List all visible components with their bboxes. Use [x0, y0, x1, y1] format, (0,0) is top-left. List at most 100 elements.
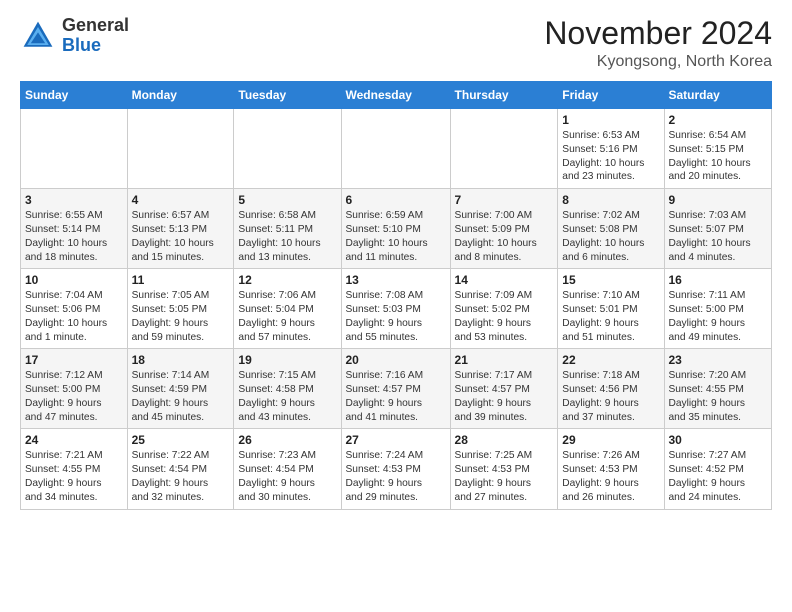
day-number: 9	[669, 193, 768, 207]
calendar-cell: 26 Sunrise: 7:23 AMSunset: 4:54 PMDayligh…	[234, 429, 341, 509]
logo-icon	[20, 18, 56, 54]
calendar-cell	[450, 109, 558, 189]
calendar-cell: 7 Sunrise: 7:00 AMSunset: 5:09 PMDaylight…	[450, 189, 558, 269]
day-number: 16	[669, 273, 768, 287]
day-number: 20	[346, 353, 446, 367]
calendar-cell: 13 Sunrise: 7:08 AMSunset: 5:03 PMDayligh…	[341, 269, 450, 349]
day-info: Sunrise: 7:20 AMSunset: 4:55 PMDaylight:…	[669, 369, 768, 424]
day-number: 15	[562, 273, 659, 287]
calendar-cell: 21 Sunrise: 7:17 AMSunset: 4:57 PMDayligh…	[450, 349, 558, 429]
calendar-cell: 6 Sunrise: 6:59 AMSunset: 5:10 PMDaylight…	[341, 189, 450, 269]
day-info: Sunrise: 7:18 AMSunset: 4:56 PMDaylight:…	[562, 369, 659, 424]
calendar-cell	[127, 109, 234, 189]
day-info: Sunrise: 7:21 AMSunset: 4:55 PMDaylight:…	[25, 449, 123, 504]
day-info: Sunrise: 6:59 AMSunset: 5:10 PMDaylight:…	[346, 209, 446, 264]
day-info: Sunrise: 7:14 AMSunset: 4:59 PMDaylight:…	[132, 369, 230, 424]
day-info: Sunrise: 7:23 AMSunset: 4:54 PMDaylight:…	[238, 449, 336, 504]
day-info: Sunrise: 7:26 AMSunset: 4:53 PMDaylight:…	[562, 449, 659, 504]
weekday-header: Wednesday	[341, 82, 450, 109]
day-info: Sunrise: 6:57 AMSunset: 5:13 PMDaylight:…	[132, 209, 230, 264]
day-number: 17	[25, 353, 123, 367]
day-info: Sunrise: 7:00 AMSunset: 5:09 PMDaylight:…	[455, 209, 554, 264]
day-number: 14	[455, 273, 554, 287]
calendar-cell: 20 Sunrise: 7:16 AMSunset: 4:57 PMDayligh…	[341, 349, 450, 429]
logo-text: General Blue	[62, 16, 129, 56]
calendar-week-row: 10 Sunrise: 7:04 AMSunset: 5:06 PMDayligh…	[21, 269, 772, 349]
calendar-cell: 16Sunrise: 7:11 AMSunset: 5:00 PMDayligh…	[664, 269, 772, 349]
day-number: 6	[346, 193, 446, 207]
day-number: 28	[455, 433, 554, 447]
calendar-week-row: 17 Sunrise: 7:12 AMSunset: 5:00 PMDayligh…	[21, 349, 772, 429]
day-info: Sunrise: 6:58 AMSunset: 5:11 PMDaylight:…	[238, 209, 336, 264]
calendar-cell: 14Sunrise: 7:09 AMSunset: 5:02 PMDayligh…	[450, 269, 558, 349]
weekday-header: Monday	[127, 82, 234, 109]
day-info: Sunrise: 6:54 AMSunset: 5:15 PMDaylight:…	[669, 129, 768, 184]
day-number: 3	[25, 193, 123, 207]
day-number: 13	[346, 273, 446, 287]
calendar-cell	[21, 109, 128, 189]
day-info: Sunrise: 7:16 AMSunset: 4:57 PMDaylight:…	[346, 369, 446, 424]
day-number: 23	[669, 353, 768, 367]
calendar-cell: 1 Sunrise: 6:53 AMSunset: 5:16 PMDaylight…	[558, 109, 664, 189]
day-info: Sunrise: 6:55 AMSunset: 5:14 PMDaylight:…	[25, 209, 123, 264]
day-info: Sunrise: 7:02 AMSunset: 5:08 PMDaylight:…	[562, 209, 659, 264]
day-info: Sunrise: 7:08 AMSunset: 5:03 PMDaylight:…	[346, 289, 446, 344]
day-number: 22	[562, 353, 659, 367]
day-number: 19	[238, 353, 336, 367]
day-number: 1	[562, 113, 659, 127]
calendar-cell: 10 Sunrise: 7:04 AMSunset: 5:06 PMDayligh…	[21, 269, 128, 349]
weekday-header: Sunday	[21, 82, 128, 109]
calendar-cell: 29Sunrise: 7:26 AMSunset: 4:53 PMDayligh…	[558, 429, 664, 509]
day-number: 10	[25, 273, 123, 287]
title-block: November 2024 Kyongsong, North Korea	[544, 16, 772, 71]
day-number: 5	[238, 193, 336, 207]
calendar-cell: 4Sunrise: 6:57 AMSunset: 5:13 PMDaylight…	[127, 189, 234, 269]
day-info: Sunrise: 7:03 AMSunset: 5:07 PMDaylight:…	[669, 209, 768, 264]
day-number: 11	[132, 273, 230, 287]
calendar-cell: 28Sunrise: 7:25 AMSunset: 4:53 PMDayligh…	[450, 429, 558, 509]
calendar-cell	[341, 109, 450, 189]
calendar-cell: 12 Sunrise: 7:06 AMSunset: 5:04 PMDayligh…	[234, 269, 341, 349]
day-info: Sunrise: 7:10 AMSunset: 5:01 PMDaylight:…	[562, 289, 659, 344]
calendar-cell: 9 Sunrise: 7:03 AMSunset: 5:07 PMDaylight…	[664, 189, 772, 269]
weekday-header: Friday	[558, 82, 664, 109]
calendar-week-row: 3 Sunrise: 6:55 AMSunset: 5:14 PMDaylight…	[21, 189, 772, 269]
calendar-week-row: 24 Sunrise: 7:21 AMSunset: 4:55 PMDayligh…	[21, 429, 772, 509]
location: Kyongsong, North Korea	[544, 53, 772, 71]
day-number: 8	[562, 193, 659, 207]
day-number: 2	[669, 113, 768, 127]
calendar: SundayMondayTuesdayWednesdayThursdayFrid…	[20, 81, 772, 509]
calendar-cell: 8 Sunrise: 7:02 AMSunset: 5:08 PMDaylight…	[558, 189, 664, 269]
calendar-cell: 11Sunrise: 7:05 AMSunset: 5:05 PMDayligh…	[127, 269, 234, 349]
day-number: 12	[238, 273, 336, 287]
day-number: 21	[455, 353, 554, 367]
day-info: Sunrise: 7:12 AMSunset: 5:00 PMDaylight:…	[25, 369, 123, 424]
day-info: Sunrise: 7:22 AMSunset: 4:54 PMDaylight:…	[132, 449, 230, 504]
calendar-cell: 5 Sunrise: 6:58 AMSunset: 5:11 PMDaylight…	[234, 189, 341, 269]
day-info: Sunrise: 7:06 AMSunset: 5:04 PMDaylight:…	[238, 289, 336, 344]
day-info: Sunrise: 6:53 AMSunset: 5:16 PMDaylight:…	[562, 129, 659, 184]
day-number: 24	[25, 433, 123, 447]
day-info: Sunrise: 7:17 AMSunset: 4:57 PMDaylight:…	[455, 369, 554, 424]
calendar-cell: 15 Sunrise: 7:10 AMSunset: 5:01 PMDayligh…	[558, 269, 664, 349]
calendar-cell: 27 Sunrise: 7:24 AMSunset: 4:53 PMDayligh…	[341, 429, 450, 509]
weekday-header: Thursday	[450, 82, 558, 109]
day-number: 26	[238, 433, 336, 447]
calendar-header-row: SundayMondayTuesdayWednesdayThursdayFrid…	[21, 82, 772, 109]
day-number: 27	[346, 433, 446, 447]
day-info: Sunrise: 7:24 AMSunset: 4:53 PMDaylight:…	[346, 449, 446, 504]
calendar-cell: 3 Sunrise: 6:55 AMSunset: 5:14 PMDaylight…	[21, 189, 128, 269]
calendar-cell: 24 Sunrise: 7:21 AMSunset: 4:55 PMDayligh…	[21, 429, 128, 509]
calendar-cell: 30Sunrise: 7:27 AMSunset: 4:52 PMDayligh…	[664, 429, 772, 509]
page: General Blue November 2024 Kyongsong, No…	[0, 0, 792, 526]
header: General Blue November 2024 Kyongsong, No…	[20, 16, 772, 71]
day-number: 18	[132, 353, 230, 367]
logo: General Blue	[20, 16, 129, 56]
calendar-cell: 25Sunrise: 7:22 AMSunset: 4:54 PMDayligh…	[127, 429, 234, 509]
day-number: 30	[669, 433, 768, 447]
day-info: Sunrise: 7:04 AMSunset: 5:06 PMDaylight:…	[25, 289, 123, 344]
weekday-header: Tuesday	[234, 82, 341, 109]
day-number: 7	[455, 193, 554, 207]
calendar-cell: 18 Sunrise: 7:14 AMSunset: 4:59 PMDayligh…	[127, 349, 234, 429]
calendar-cell: 23 Sunrise: 7:20 AMSunset: 4:55 PMDayligh…	[664, 349, 772, 429]
